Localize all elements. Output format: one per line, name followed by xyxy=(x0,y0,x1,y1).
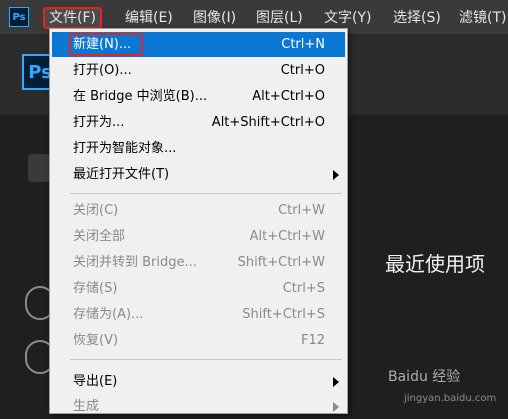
file-menu-dropdown: 新建(N)... Ctrl+N 打开(O)... Ctrl+O 在 Bridge… xyxy=(49,28,348,414)
menu-item-close-all[interactable]: 关闭全部 Alt+Ctrl+W xyxy=(52,224,345,249)
menu-item-label: 关闭并转到 Bridge... xyxy=(73,255,197,270)
menu-item-label: 打开(O)... xyxy=(73,63,132,78)
menu-filter[interactable]: 滤镜(T) xyxy=(459,7,506,29)
menu-item-shortcut: Alt+Ctrl+W xyxy=(249,229,325,244)
menu-item-generate[interactable]: 生成 xyxy=(52,394,345,419)
menu-item-label: 导出(E) xyxy=(73,374,118,389)
menu-item-label: 打开为智能对象... xyxy=(73,141,177,156)
menu-item-shortcut: Ctrl+W xyxy=(278,203,325,218)
menu-separator xyxy=(70,359,342,360)
menu-item-open[interactable]: 打开(O)... Ctrl+O xyxy=(52,58,345,83)
menu-item-label: 在 Bridge 中浏览(B)... xyxy=(73,89,208,104)
menu-item-label: 存储(S) xyxy=(73,281,118,296)
menu-item-label: 存储为(A)... xyxy=(73,307,144,322)
menu-item-revert[interactable]: 恢复(V) F12 xyxy=(52,328,345,353)
menu-edit[interactable]: 编辑(E) xyxy=(125,7,173,29)
menu-item-shortcut: Alt+Shift+Ctrl+O xyxy=(211,115,325,130)
menu-item-save-as[interactable]: 存储为(A)... Shift+Ctrl+S xyxy=(52,302,345,327)
menu-item-export[interactable]: 导出(E) xyxy=(52,369,345,394)
menu-item-label: 最近打开文件(T) xyxy=(73,167,170,182)
menu-item-browse-in-bridge[interactable]: 在 Bridge 中浏览(B)... Alt+Ctrl+O xyxy=(52,84,345,109)
menu-item-shortcut: Alt+Ctrl+O xyxy=(252,89,325,104)
menu-select[interactable]: 选择(S) xyxy=(393,7,441,29)
menu-item-label: 关闭全部 xyxy=(73,229,126,244)
menu-item-label: 新建(N)... xyxy=(69,33,144,56)
menu-item-shortcut: Shift+Ctrl+W xyxy=(237,255,325,270)
watermark-url: jingyan.baidu.com xyxy=(404,393,497,404)
menu-item-close[interactable]: 关闭(C) Ctrl+W xyxy=(52,198,345,223)
submenu-arrow-icon xyxy=(333,170,339,180)
watermark: Baidu 经验 xyxy=(388,369,461,385)
menu-item-label: 关闭(C) xyxy=(73,203,119,218)
menu-item-open-as-smart-object[interactable]: 打开为智能对象... xyxy=(52,136,345,161)
menu-item-new[interactable]: 新建(N)... Ctrl+N xyxy=(52,32,345,57)
photoshop-logo-icon[interactable]: Ps xyxy=(9,7,29,27)
menu-item-shortcut: F12 xyxy=(300,333,325,348)
submenu-arrow-icon xyxy=(333,377,339,387)
menu-item-shortcut: Ctrl+O xyxy=(280,63,325,78)
menu-item-shortcut: Shift+Ctrl+S xyxy=(242,307,325,322)
menu-item-label: 生成 xyxy=(73,399,100,414)
menu-file[interactable]: 文件(F) xyxy=(43,7,102,29)
submenu-arrow-icon xyxy=(333,402,339,412)
recent-items-title: 最近使用项 xyxy=(385,252,485,276)
menu-item-recent-files[interactable]: 最近打开文件(T) xyxy=(52,162,345,187)
menu-image[interactable]: 图像(I) xyxy=(193,7,236,29)
menu-separator xyxy=(70,193,342,194)
menu-item-close-and-go-to-bridge[interactable]: 关闭并转到 Bridge... Shift+Ctrl+W xyxy=(52,250,345,275)
home-tab[interactable] xyxy=(28,154,50,182)
menu-item-shortcut: Ctrl+S xyxy=(282,281,325,296)
menu-layer[interactable]: 图层(L) xyxy=(256,7,303,29)
menu-item-save[interactable]: 存储(S) Ctrl+S xyxy=(52,276,345,301)
menu-type[interactable]: 文字(Y) xyxy=(324,7,371,29)
menu-item-open-as[interactable]: 打开为... Alt+Shift+Ctrl+O xyxy=(52,110,345,135)
menu-item-label: 打开为... xyxy=(73,115,125,130)
menu-item-shortcut: Ctrl+N xyxy=(281,37,325,52)
menu-item-label: 恢复(V) xyxy=(73,333,119,348)
